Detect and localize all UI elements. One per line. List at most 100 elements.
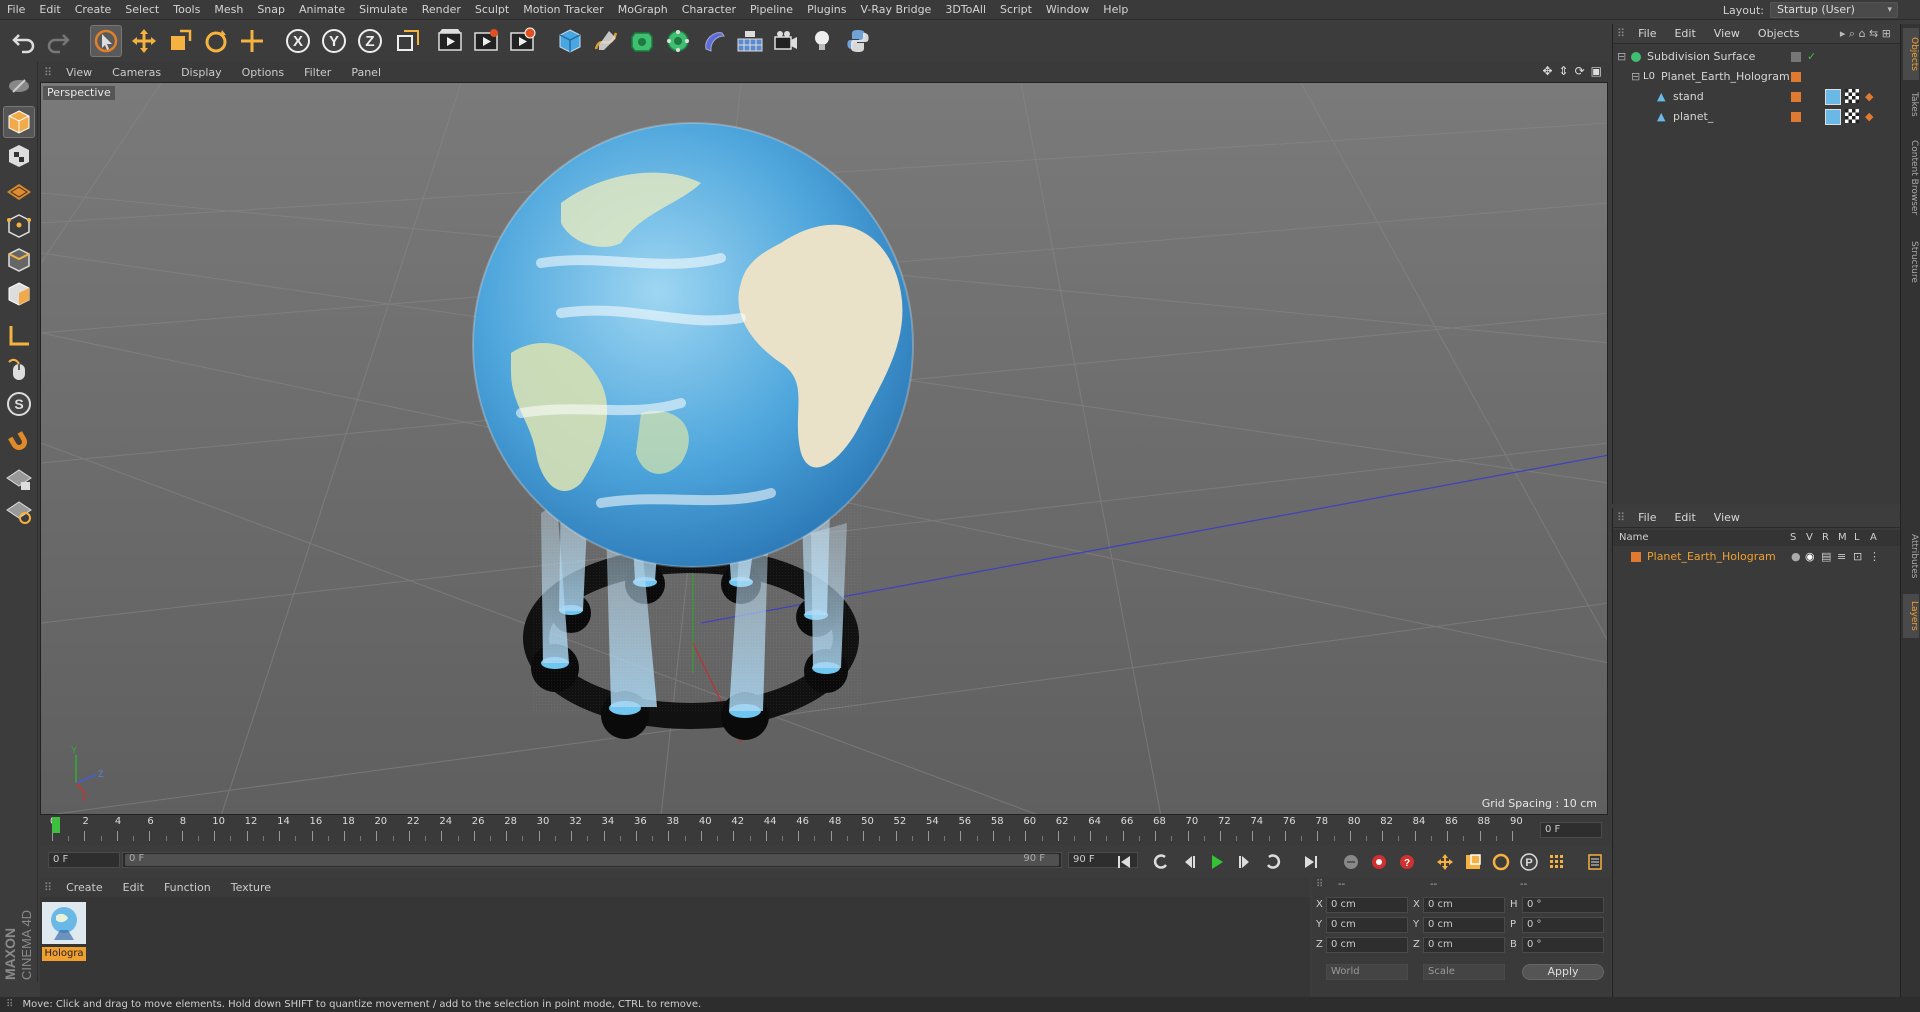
menu-pipeline[interactable]: Pipeline [743,0,800,20]
material-menu-texture[interactable]: Texture [221,881,281,894]
coord-pos-z-field[interactable]: 0 cm [1326,937,1408,953]
python-icon[interactable] [842,25,874,57]
material-menu-function[interactable]: Function [154,881,221,894]
scale-icon[interactable] [164,25,196,57]
menu-create[interactable]: Create [68,0,119,20]
menu-mesh[interactable]: Mesh [207,0,250,20]
coord-mode-select[interactable]: World [1326,964,1408,980]
coord-size-mode-select[interactable]: Scale [1423,964,1505,980]
rotate-icon[interactable] [200,25,232,57]
timeline-playhead[interactable] [52,817,60,833]
coord-rot-b-field[interactable]: 0 ° [1522,937,1604,953]
layer-row-planet-earth-hologram[interactable]: Planet_Earth_Hologram ● ◉ ▤ ≡ ⊡ ⋮ [1613,548,1901,566]
render-view-icon[interactable] [434,25,466,57]
keyframe-selection-icon[interactable]: ? [1396,852,1418,872]
viewport-zoom-icon[interactable]: ⇕ [1559,64,1569,78]
texture-mode-icon[interactable] [3,140,35,172]
object-manager-tools[interactable]: ▸ ⌕ ⌂ ⇆ ⊞ [1831,27,1900,41]
coord-size-x-field[interactable]: 0 cm [1423,897,1505,913]
material-tag-icon[interactable] [1825,89,1841,105]
z-axis-icon[interactable]: Z [354,25,386,57]
object-row-stand[interactable]: ▲ stand ◆ [1613,88,1901,106]
previous-frame-icon[interactable] [1178,852,1200,872]
manager-toggle-icon[interactable]: ≡ [1837,548,1846,566]
col-solo[interactable]: S [1790,530,1796,546]
phong-tag-icon[interactable]: ◆ [1865,88,1873,106]
object-menu-edit[interactable]: Edit [1665,27,1704,40]
menu-simulate[interactable]: Simulate [352,0,415,20]
layer-color-icon[interactable] [1791,72,1801,82]
points-mode-icon[interactable] [3,210,35,242]
viewport-menu-filter[interactable]: Filter [294,66,341,79]
coord-pos-x-field[interactable]: 0 cm [1326,897,1408,913]
expand-icon[interactable]: ⊟ [1617,48,1626,66]
previous-key-icon[interactable] [1150,852,1172,872]
viewport-maximize-icon[interactable]: ▣ [1591,64,1602,78]
next-frame-icon[interactable] [1234,852,1256,872]
object-menu-objects[interactable]: Objects [1749,27,1809,40]
col-render[interactable]: R [1822,530,1829,546]
menu-animate[interactable]: Animate [292,0,352,20]
perspective-viewport[interactable]: Y Z X Grid Spacing : 10 cm [40,82,1608,815]
coord-rot-p-field[interactable]: 0 ° [1522,917,1604,933]
move-icon[interactable] [128,25,160,57]
object-row-planet[interactable]: ▲ planet_ ◆ [1613,108,1901,126]
pen-spline-icon[interactable] [590,25,622,57]
planar-workplane-icon[interactable] [3,496,35,528]
object-row-subdivision-surface[interactable]: ⊟ Subdivision Surface ✓ [1613,48,1901,66]
undo-icon[interactable] [8,25,40,57]
workplane-mode-icon[interactable] [3,174,35,206]
live-select-icon[interactable] [236,25,268,57]
menu-edit[interactable]: Edit [32,0,67,20]
x-axis-icon[interactable]: X [282,25,314,57]
enabled-check-icon[interactable]: ✓ [1807,48,1816,66]
key-pla-icon[interactable] [1546,852,1568,872]
timeline-ruler[interactable]: 0246810121416182022242628303234363840424… [40,815,1610,845]
frame-range-slider[interactable]: 0 F 90 F [122,852,1062,868]
key-scale-icon[interactable] [1462,852,1484,872]
menu-window[interactable]: Window [1039,0,1096,20]
y-axis-icon[interactable]: Y [318,25,350,57]
viewport-menu-options[interactable]: Options [232,66,294,79]
layer-menu-edit[interactable]: Edit [1665,511,1704,524]
timeline-layout-icon[interactable] [1584,852,1606,872]
coordinate-system-icon[interactable] [392,25,424,57]
go-to-start-icon[interactable] [1113,852,1135,872]
col-animation[interactable]: A [1870,530,1877,546]
material-menu-create[interactable]: Create [56,881,113,894]
visible-toggle-icon[interactable]: ◉ [1805,548,1815,566]
lock-toggle-icon[interactable]: ⊡ [1853,548,1862,566]
material-tag-icon[interactable] [1825,109,1841,125]
coord-size-z-field[interactable]: 0 cm [1423,937,1505,953]
col-manager[interactable]: M [1838,530,1847,546]
cloner-icon[interactable] [662,25,694,57]
key-parameter-icon[interactable]: P [1518,852,1540,872]
layer-menu-file[interactable]: File [1629,511,1665,524]
col-visible[interactable]: V [1806,530,1813,546]
polygons-mode-icon[interactable] [3,278,35,310]
coord-size-y-field[interactable]: 0 cm [1423,917,1505,933]
tab-content-browser[interactable]: Content Browser [1903,128,1919,228]
expand-icon[interactable]: ⊟ [1631,68,1640,86]
object-menu-file[interactable]: File [1629,27,1665,40]
menu-vray-bridge[interactable]: V-Ray Bridge [853,0,938,20]
menu-sculpt[interactable]: Sculpt [468,0,516,20]
object-menu-view[interactable]: View [1705,27,1749,40]
material-menu-edit[interactable]: Edit [113,881,154,894]
render-picture-viewer-icon[interactable] [470,25,502,57]
edit-render-settings-icon[interactable] [506,25,538,57]
menu-plugins[interactable]: Plugins [800,0,853,20]
floor-icon[interactable] [734,25,766,57]
texture-tag-icon[interactable] [1845,89,1859,103]
play-icon[interactable] [1206,852,1228,872]
material-swatch-hologram[interactable]: Hologra [42,902,86,961]
axis-mode-icon[interactable] [3,320,35,352]
subdivision-nurbs-icon[interactable] [626,25,658,57]
start-frame-field[interactable]: 0 F [48,852,120,868]
texture-tag-icon[interactable] [1845,109,1859,123]
select-arrow-icon[interactable] [90,25,122,57]
object-row-planet-earth-hologram[interactable]: ⊟ L0 Planet_Earth_Hologram [1613,68,1901,86]
render-toggle-icon[interactable]: ▤ [1821,548,1831,566]
viewport-menu-cameras[interactable]: Cameras [102,66,171,79]
menu-script[interactable]: Script [993,0,1039,20]
